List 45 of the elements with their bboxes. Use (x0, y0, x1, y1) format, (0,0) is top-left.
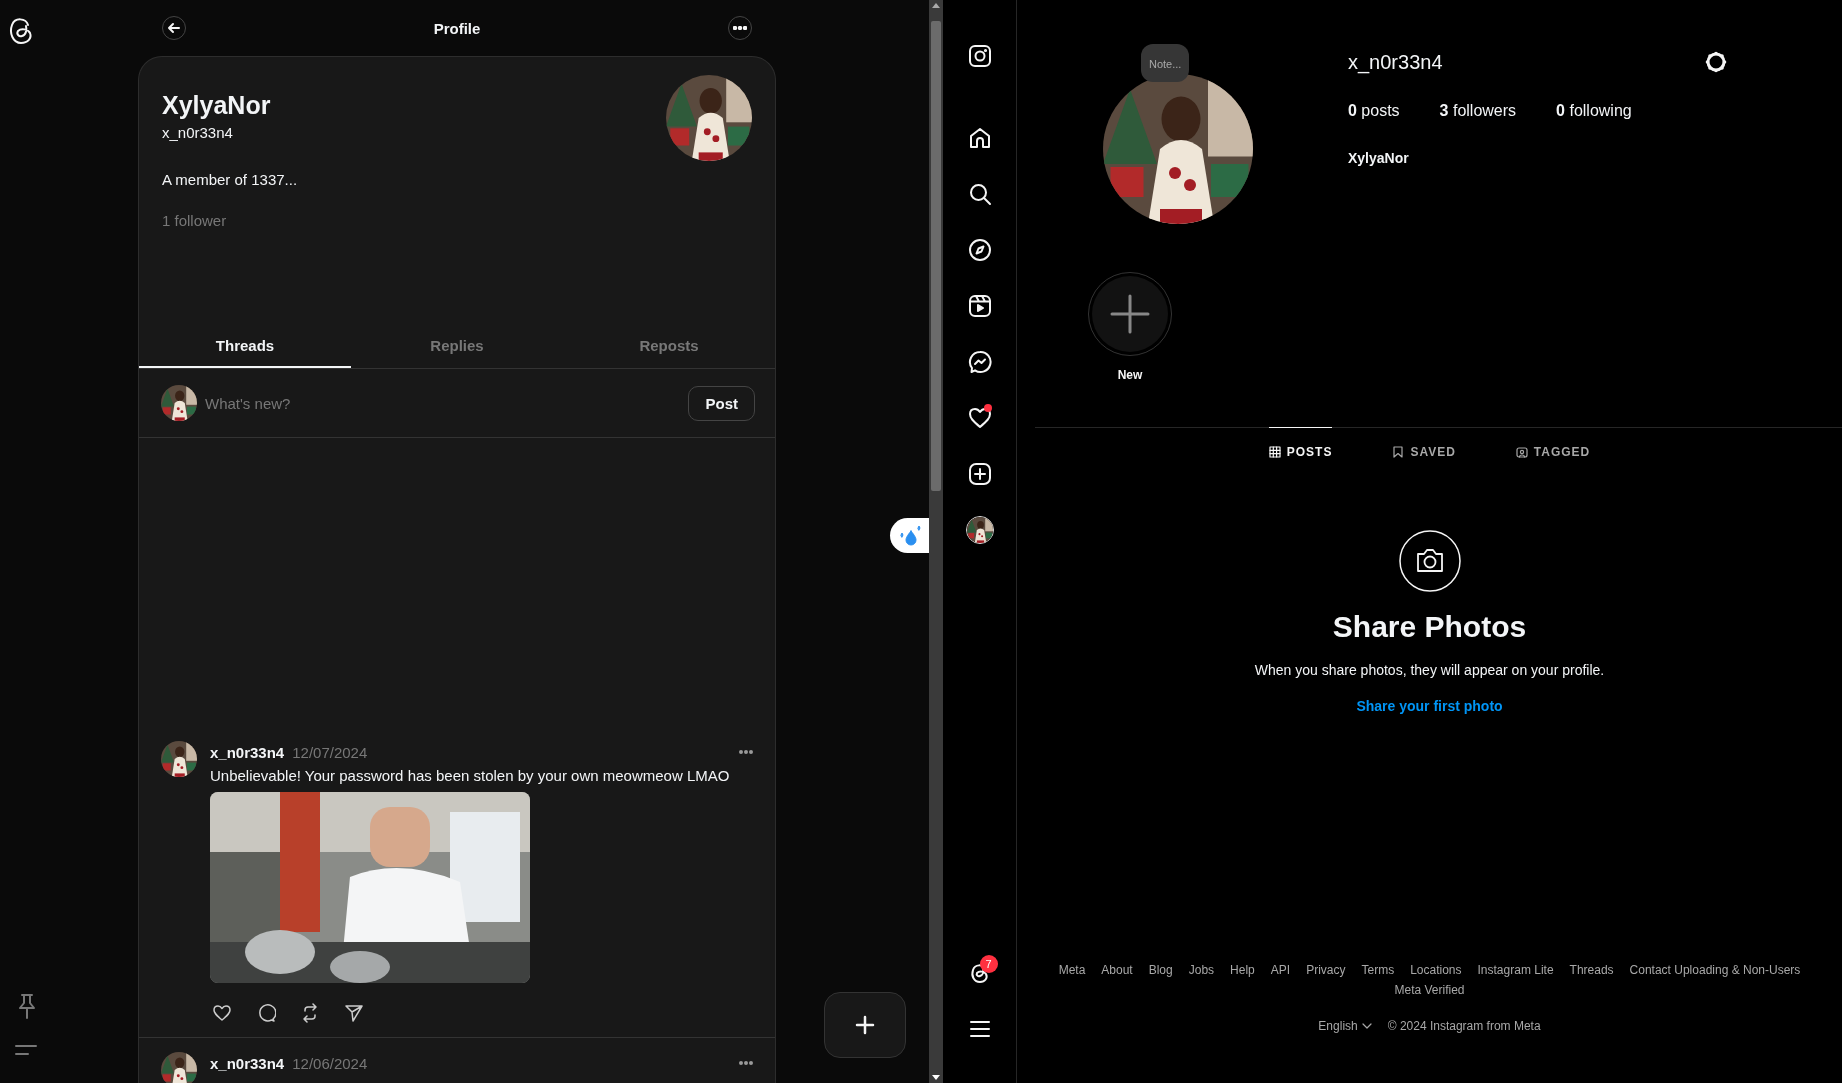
footer-link[interactable]: Terms (1361, 963, 1395, 977)
footer-link[interactable]: Privacy (1306, 963, 1346, 977)
footer-link[interactable]: Jobs (1188, 963, 1215, 977)
compose-field[interactable]: What's new? (203, 393, 689, 413)
footer-link[interactable]: Threads (1569, 963, 1614, 977)
profile-stat[interactable]: 0 following (1556, 102, 1632, 120)
profile-bio: A member of 1337... (162, 171, 298, 188)
profile-tab[interactable]: Threads (139, 327, 351, 368)
threads-logo-button[interactable]: 7 (955, 949, 1004, 997)
copyright-text: © 2024 Instagram from Meta (1387, 1019, 1541, 1033)
profile-handle: x_n0r33n4 (162, 124, 234, 141)
post-author[interactable]: x_n0r33n4 (210, 743, 285, 761)
highlight-label: New (1117, 368, 1143, 382)
footer-link[interactable]: Locations (1410, 963, 1462, 977)
profile-tab[interactable]: Reposts (563, 327, 775, 368)
follower-count[interactable]: 1 follower (162, 212, 298, 229)
note-bubble[interactable]: Note... (1141, 44, 1190, 82)
empty-state-text: When you share photos, they will appear on your profile. (1254, 662, 1605, 678)
post-author[interactable]: x_n0r33n4 (210, 1054, 285, 1072)
profile-tab[interactable]: SAVED (1392, 427, 1456, 476)
footer-link[interactable]: About (1101, 963, 1133, 977)
share-photo-link[interactable]: Share your first photo (1356, 698, 1503, 714)
page-title: Profile (433, 19, 481, 37)
footer-link[interactable]: Blog (1148, 963, 1173, 977)
profile-tab[interactable]: Replies (351, 327, 563, 368)
empty-state-title: Share Photos (1332, 610, 1527, 644)
footer-link[interactable]: Meta (1058, 963, 1086, 977)
footer-link[interactable]: Help (1230, 963, 1255, 977)
username: x_n0r33n4 (1348, 50, 1443, 74)
language-dropdown[interactable]: English (1318, 1019, 1372, 1033)
profile-tab[interactable]: TAGGED (1515, 427, 1591, 476)
footer-link[interactable]: API (1270, 963, 1291, 977)
footer-link[interactable]: Instagram Lite (1477, 963, 1554, 977)
post-button[interactable]: Post (688, 385, 755, 421)
post-date: 12/06/2024 (292, 1054, 369, 1072)
post-text: Unbelievable! Your password has been stolen by your own meowmeow LMAO (210, 767, 731, 784)
footer-link[interactable]: Contact Uploading & Non-Users (1629, 963, 1801, 977)
post-date: 12/07/2024 (292, 743, 369, 761)
footer-link[interactable]: Meta Verified (1394, 983, 1465, 997)
profile-name: XylyaNor (1348, 150, 1410, 166)
profile-stat[interactable]: 3 followers (1439, 102, 1517, 120)
profile-stat[interactable]: 0 posts (1348, 102, 1400, 120)
notification-badge: 7 (979, 955, 998, 973)
profile-tab[interactable]: POSTS (1268, 427, 1333, 476)
profile-name: XylyaNor (162, 91, 272, 120)
